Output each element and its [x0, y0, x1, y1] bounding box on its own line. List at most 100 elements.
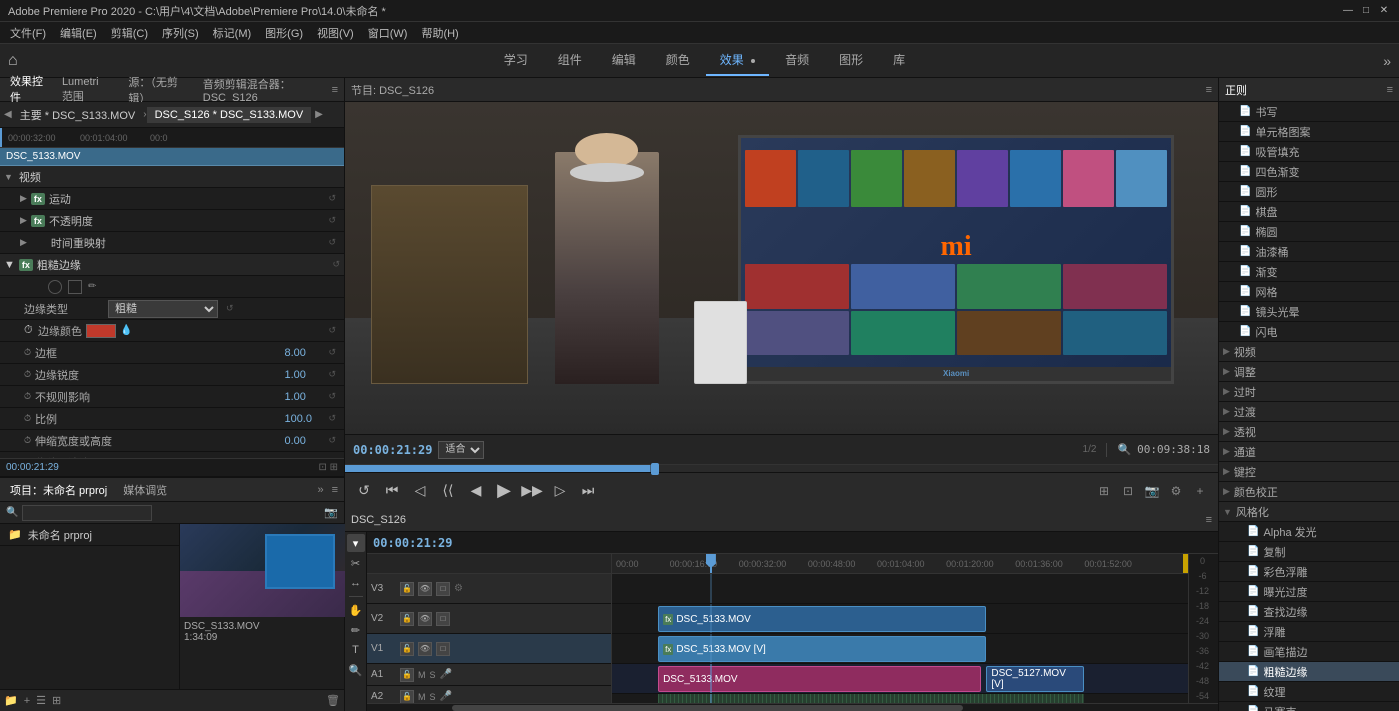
effects-library-menu-icon[interactable]: ≡ [1387, 84, 1393, 96]
tab-edit[interactable]: 编辑 [598, 45, 650, 76]
track-content-v2-top[interactable]: fx DSC_5133.MOV [612, 604, 1188, 634]
v2-target-btn[interactable]: □ [436, 612, 450, 626]
tool-hand-btn[interactable]: ✋ [347, 601, 365, 619]
project-icon-view-btn[interactable]: ⊞ [52, 694, 61, 707]
home-button[interactable]: ⌂ [8, 52, 18, 70]
a2-lock-btn[interactable]: 🔓 [400, 690, 414, 704]
edge-type-select[interactable]: 粗糙 [108, 300, 218, 318]
effect-cat-perspective[interactable]: ▶ 透视 [1219, 422, 1399, 442]
track-content-v2-bottom[interactable]: fx DSC_5133.MOV [V] [612, 634, 1188, 664]
workspace-more-button[interactable]: » [1383, 53, 1391, 69]
effect-lib-item-find-edges[interactable]: 📄 查找边缘 [1219, 602, 1399, 622]
project-list-view-btn[interactable]: ☰ [36, 694, 46, 707]
effect-cat-channel[interactable]: ▶ 通道 [1219, 442, 1399, 462]
effect-lib-item-replicate[interactable]: 📄 复制 [1219, 542, 1399, 562]
scale-reset-btn[interactable]: ↺ [328, 413, 336, 424]
minimize-button[interactable]: — [1341, 4, 1355, 18]
effect-lib-item-overexpose[interactable]: 📄 曝光过度 [1219, 582, 1399, 602]
maximize-button[interactable]: □ [1359, 4, 1373, 18]
menu-file[interactable]: 文件(F) [4, 23, 52, 43]
motion-reset-btn[interactable]: ↺ [328, 193, 336, 204]
project-tab-media[interactable]: 媒体调览 [119, 480, 171, 500]
irregular-influence-reset-btn[interactable]: ↺ [328, 391, 336, 402]
v1-target-btn[interactable]: □ [436, 642, 450, 656]
add-marker-btn[interactable]: + [1190, 481, 1210, 501]
opacity-reset-btn[interactable]: ↺ [328, 215, 336, 226]
v2b-clip[interactable]: fx DSC_5133.MOV [V] [658, 636, 986, 662]
v2-clip-main[interactable]: fx DSC_5133.MOV [658, 606, 986, 632]
step-fwd-btn[interactable]: ▷ [549, 480, 571, 502]
a2-m-btn[interactable]: M [418, 692, 426, 702]
effect-cat-transition[interactable]: ▶ 过渡 [1219, 402, 1399, 422]
effect-lib-item-alpha-glow[interactable]: 📄 Alpha 发光 [1219, 522, 1399, 542]
edge-type-reset-btn[interactable]: ↺ [226, 303, 234, 314]
a1-m-btn[interactable]: M [418, 670, 426, 680]
rough-edges-reset-btn[interactable]: ↺ [332, 259, 340, 270]
effect-lib-item-4color-gradient[interactable]: 📄 四色渐变 [1219, 162, 1399, 182]
monitor-scrubber[interactable] [345, 464, 1218, 472]
safe-margins-btn[interactable]: ⊞ [1094, 481, 1114, 501]
loop-btn[interactable]: ↺ [353, 480, 375, 502]
back-btn[interactable]: ⟨⟨ [437, 480, 459, 502]
project-tab-main[interactable]: 项目：未命名 prproj [6, 480, 111, 500]
edge-sharpness-reset-btn[interactable]: ↺ [328, 369, 336, 380]
opacity-expand-arrow[interactable]: ▶ [20, 215, 27, 226]
v1-lock-btn[interactable]: 🔓 [400, 642, 414, 656]
menu-edit[interactable]: 编辑(E) [54, 23, 103, 43]
close-button[interactable]: ✕ [1377, 4, 1391, 18]
circle-shape-btn[interactable] [48, 280, 62, 294]
eyedropper-icon[interactable]: 💧 [120, 325, 132, 336]
clip-tab-main[interactable]: 主要 * DSC_S133.MOV [12, 105, 144, 125]
step-back-btn[interactable]: ◁ [409, 480, 431, 502]
pencil-icon[interactable]: ✏ [88, 281, 96, 292]
time-remap-expand-arrow[interactable]: ▶ [20, 237, 27, 248]
project-more-btn[interactable]: » [317, 484, 323, 496]
tab-assembly[interactable]: 组件 [544, 45, 596, 76]
effect-lib-item-emboss[interactable]: 📄 浮雕 [1219, 622, 1399, 642]
settings-btn[interactable]: ⚙ [1166, 481, 1186, 501]
menu-help[interactable]: 帮助(H) [415, 23, 464, 43]
tool-select-btn[interactable]: ▾ [347, 534, 365, 552]
fwd-btn[interactable]: ▶▶ [521, 480, 543, 502]
effect-lib-item-color-emboss[interactable]: 📄 彩色浮雕 [1219, 562, 1399, 582]
effect-cat-keying[interactable]: ▶ 键控 [1219, 462, 1399, 482]
monitor-fit-select[interactable]: 适合 [438, 441, 484, 459]
a1-mic-icon[interactable]: 🎤 [440, 669, 452, 680]
h-scroll-thumb[interactable] [452, 705, 963, 711]
edge-sharpness-value[interactable]: 1.00 [284, 369, 324, 381]
timeline-horizontal-scrollbar[interactable] [367, 703, 1218, 711]
play-back-btn[interactable]: ◀ [465, 480, 487, 502]
project-search-input[interactable] [22, 505, 152, 521]
a2-mic-icon[interactable]: 🎤 [440, 691, 452, 702]
scale-value[interactable]: 100.0 [284, 413, 324, 425]
time-remap-reset-btn[interactable]: ↺ [328, 237, 336, 248]
sequence-menu-icon[interactable]: ≡ [1206, 514, 1212, 526]
clip-tab-dsc-s126[interactable]: DSC_S126 * DSC_S133.MOV [147, 107, 312, 123]
tool-type-btn[interactable]: T [347, 641, 365, 659]
menu-sequence[interactable]: 序列(S) [156, 23, 205, 43]
project-camera-btn[interactable]: 📷 [324, 506, 338, 519]
track-content-v1[interactable]: DSC_5133.MOV DSC_5127.MOV [V] [612, 664, 1188, 694]
border-reset-btn[interactable]: ↺ [328, 347, 336, 358]
project-menu-icon[interactable]: ≡ [332, 484, 338, 496]
effect-lib-item-lightning[interactable]: 📄 闪电 [1219, 322, 1399, 342]
clip-tabs-fwd-arrow[interactable]: ▶ [315, 109, 323, 120]
next-edit-btn[interactable]: ⏭ [577, 480, 599, 502]
menu-graphics[interactable]: 图形(G) [259, 23, 309, 43]
effect-lib-item-lens-flare[interactable]: 📄 镜头光晕 [1219, 302, 1399, 322]
v3-settings-icon[interactable]: ⚙ [454, 583, 463, 594]
effect-lib-item-gradient[interactable]: 📄 渐变 [1219, 262, 1399, 282]
v1-clip-1[interactable]: DSC_5133.MOV [658, 666, 981, 692]
tab-effects[interactable]: 效果 [706, 45, 769, 76]
video-section-arrow[interactable]: ▼ [4, 172, 13, 182]
motion-expand-arrow[interactable]: ▶ [20, 193, 27, 204]
effect-lib-item-eyedropper-fill[interactable]: 📄 吸管填充 [1219, 142, 1399, 162]
menu-marker[interactable]: 标记(M) [207, 23, 258, 43]
edge-color-swatch[interactable] [86, 324, 116, 338]
effect-cat-adjust[interactable]: ▶ 调整 [1219, 362, 1399, 382]
list-item[interactable]: 📁 未命名 prproj [0, 524, 179, 546]
tab-library[interactable]: 库 [879, 45, 919, 76]
effect-cat-stylize[interactable]: ▼ 风格化 [1219, 502, 1399, 522]
effect-lib-item-ellipse[interactable]: 📄 椭圆 [1219, 222, 1399, 242]
project-trash-btn[interactable]: 🗑 [326, 694, 340, 707]
